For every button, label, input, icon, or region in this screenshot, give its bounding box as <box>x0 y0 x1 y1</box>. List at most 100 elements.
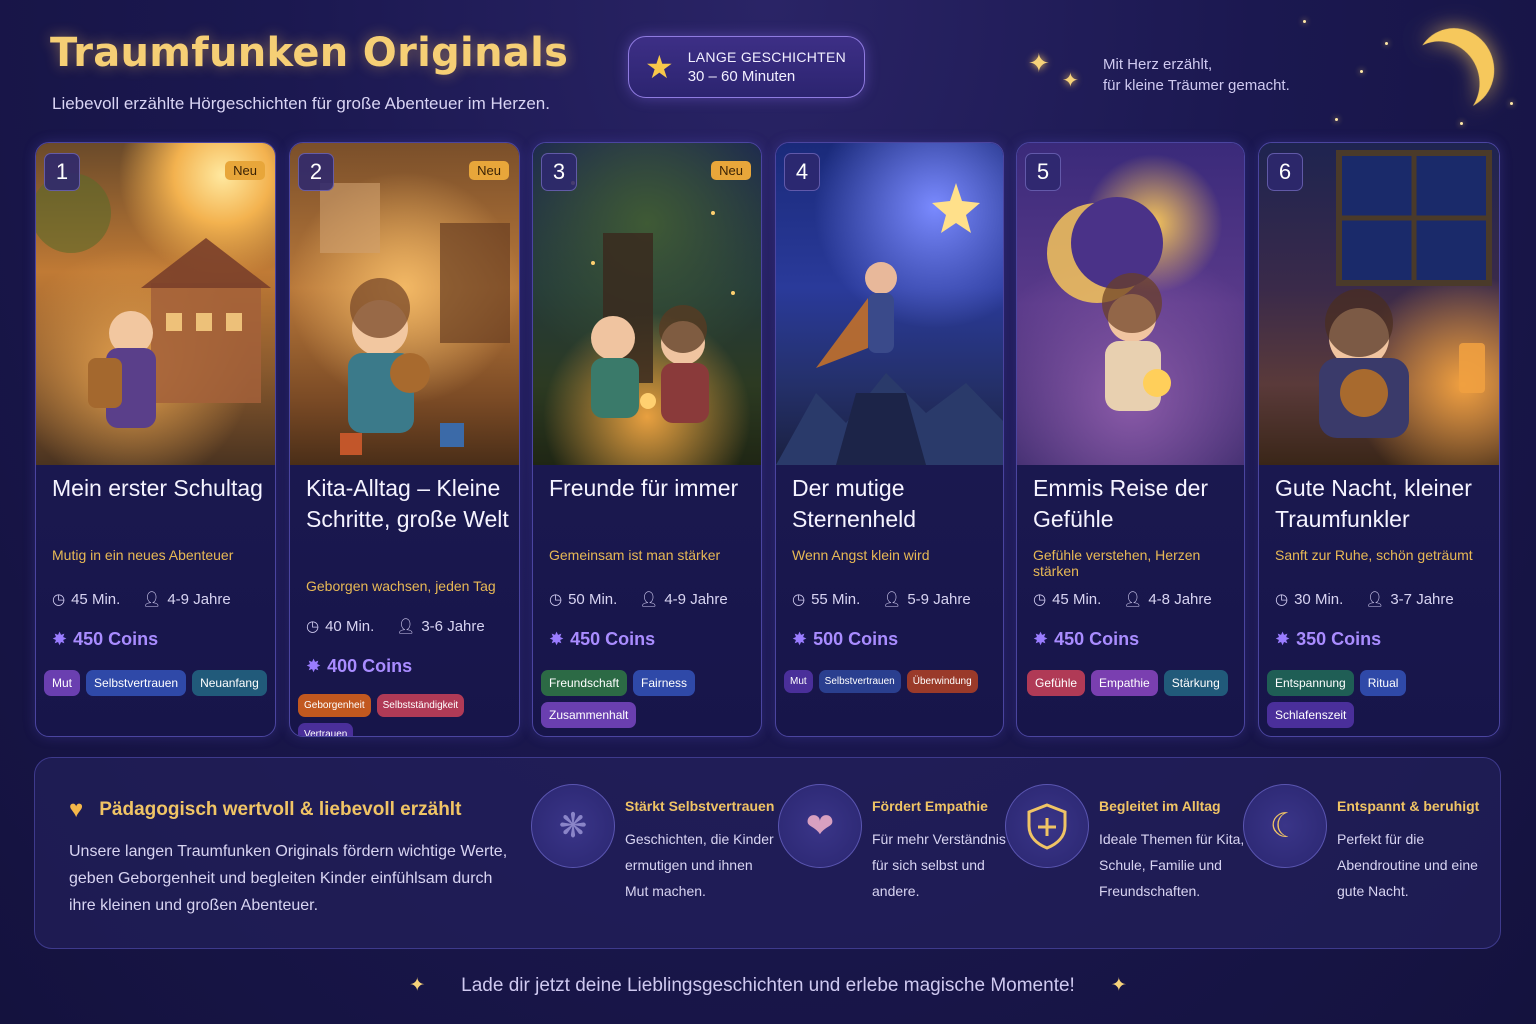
new-badge: Neu <box>469 161 509 180</box>
story-age: 3-6 Jahre <box>421 618 485 635</box>
sparkle-icon: ✦ <box>1110 975 1127 996</box>
sparkle-icon: ✸ <box>1275 629 1291 649</box>
story-subtitle: Mutig in ein neues Abenteuer <box>52 547 234 563</box>
story-duration: 40 Min. <box>325 618 375 635</box>
tag: Mut <box>784 670 813 693</box>
star-icon: ★ <box>645 49 674 85</box>
story-card[interactable]: 5 Emmis Reise der Gefühle Gefühle verste… <box>1016 142 1245 737</box>
tag: Empathie <box>1091 670 1158 696</box>
tag: Zusammenhalt <box>541 702 637 728</box>
coins-value: 450 Coins <box>73 629 159 649</box>
feature-text: Perfekt für die Abendroutine und eine gu… <box>1337 831 1478 899</box>
moon-icon <box>1405 18 1505 120</box>
school-scene <box>36 173 271 428</box>
story-illustration: 4 <box>776 143 1003 465</box>
tag: Selbstvertrauen <box>818 670 901 693</box>
person-icon: 👤︎ <box>1365 591 1385 608</box>
emotions-scene <box>1047 197 1171 411</box>
sparkle-icon: ✦ <box>1028 48 1050 78</box>
story-card[interactable]: 2 Neu Kita-Alltag – Kleine Schritte, gro… <box>289 142 520 737</box>
story-coins: ✸ 450 Coins <box>1033 629 1139 650</box>
story-title: Kita-Alltag – Kleine Schritte, große Wel… <box>306 475 509 532</box>
tag: Freundschaft <box>541 670 628 696</box>
info-heading: ♥ Pädagogisch wertvoll & liebevoll erzäh… <box>69 796 461 824</box>
clock-icon: ◷ <box>1033 591 1047 608</box>
badge-line2: 30 – 60 Minuten <box>687 68 796 85</box>
coins-value: 500 Coins <box>813 629 899 649</box>
person-icon: 👤︎ <box>396 618 416 635</box>
tag: Geborgenheit <box>298 694 371 717</box>
story-number: 4 <box>784 153 820 191</box>
new-badge: Neu <box>225 161 265 180</box>
clock-icon: ◷ <box>1275 591 1289 608</box>
tag: Überwindung <box>906 670 978 693</box>
story-age: 3-7 Jahre <box>1390 591 1454 608</box>
clock-icon: ◷ <box>792 591 806 608</box>
feature-title: Begleitet im Alltag <box>1099 798 1221 814</box>
new-badge: Neu <box>711 161 751 180</box>
story-coins: ✸ 450 Coins <box>549 629 655 650</box>
story-coins: ✸ 500 Coins <box>792 629 898 650</box>
coins-value: 450 Coins <box>1054 629 1140 649</box>
story-title: Der mutige Sternenheld <box>792 475 917 532</box>
story-title: Gute Nacht, kleiner Traumfunkler <box>1275 475 1472 532</box>
story-age: 5-9 Jahre <box>907 591 971 608</box>
story-illustration: 5 <box>1017 143 1244 465</box>
story-duration: 45 Min. <box>1052 591 1102 608</box>
story-card[interactable]: 4 Der mutige Sternenheld Wenn Angst klei… <box>775 142 1004 737</box>
badge-line1: LANGE GESCHICHTEN <box>687 49 847 65</box>
tag: Ritual <box>1359 670 1407 696</box>
footer-cta: ✦ Lade dir jetzt deine Lieblingsgeschicht… <box>0 974 1536 997</box>
story-subtitle: Wenn Angst klein wird <box>792 547 930 563</box>
page-title: Traumfunken Originals <box>50 30 569 76</box>
clock-icon: ◷ <box>52 591 66 608</box>
person-icon: 👤︎ <box>142 591 162 608</box>
tag-list: Mut Selbstvertrauen Neuanfang <box>44 670 269 696</box>
tag: Stärkung <box>1163 670 1228 696</box>
story-number: 3 <box>541 153 577 191</box>
story-card[interactable]: 6 Gute Nacht, kleiner Traumfunkler Sanft… <box>1258 142 1500 737</box>
story-illustration: 3 Neu <box>533 143 761 465</box>
coins-value: 450 Coins <box>570 629 656 649</box>
feature-text: Ideale Themen für Kita, Schule, Familie … <box>1099 831 1245 899</box>
tag-list: Freundschaft Fairness Zusammenhalt <box>541 670 755 728</box>
story-subtitle: Gemeinsam ist man stärker <box>549 547 721 563</box>
person-icon: 👤︎ <box>639 591 659 608</box>
tag: Entspannung <box>1267 670 1354 696</box>
star-hero-scene <box>776 183 1003 465</box>
story-number: 2 <box>298 153 334 191</box>
friends-scene <box>571 181 735 423</box>
sparkle-icon: ✸ <box>549 629 565 649</box>
person-icon: 👤︎ <box>1123 591 1143 608</box>
story-age: 4-9 Jahre <box>167 591 231 608</box>
story-card[interactable]: 1 Neu Mein erster Schultag Mutig in ein … <box>35 142 276 737</box>
tag: Gefühle <box>1027 670 1086 696</box>
coins-value: 400 Coins <box>327 656 413 676</box>
story-card[interactable]: 3 Neu Freunde für immer Gemeinsam ist ma… <box>532 142 762 737</box>
coins-value: 350 Coins <box>1296 629 1382 649</box>
story-title: Mein erster Schultag <box>52 475 263 501</box>
tag: Fairness <box>633 670 696 696</box>
story-meta: ◷ 30 Min. 👤︎ 3-7 Jahre <box>1275 590 1454 608</box>
story-duration: 30 Min. <box>1294 591 1344 608</box>
person-icon: 👤︎ <box>882 591 902 608</box>
heart-icon: ♥ <box>69 796 84 823</box>
story-duration: 45 Min. <box>71 591 121 608</box>
story-meta: ◷ 45 Min. 👤︎ 4-9 Jahre <box>52 590 231 608</box>
story-subtitle: Gefühle verstehen, Herzen stärken <box>1033 547 1201 579</box>
footer-text: Lade dir jetzt deine Lieblingsgeschichte… <box>461 975 1075 996</box>
kita-scene <box>320 183 510 455</box>
tagline-line1: Mit Herz erzählt, <box>1103 56 1213 73</box>
tag-list: Geborgenheit Selbstständigkeit Vertrauen <box>298 694 513 736</box>
sparkle-icon: ✸ <box>792 629 808 649</box>
moon-stars-icon: ☾ <box>1243 784 1327 868</box>
story-coins: ✸ 350 Coins <box>1275 629 1381 650</box>
sparkle-icon: ✦ <box>409 975 426 996</box>
tag: Mut <box>44 670 81 696</box>
tagline-line2: für kleine Träumer gemacht. <box>1103 77 1290 94</box>
long-stories-badge: ★ LANGE GESCHICHTEN 30 – 60 Minuten <box>628 36 865 98</box>
story-age: 4-8 Jahre <box>1148 591 1212 608</box>
brain-icon: ❋ <box>531 784 615 868</box>
story-illustration: 1 Neu <box>36 143 275 465</box>
story-age: 4-9 Jahre <box>664 591 728 608</box>
